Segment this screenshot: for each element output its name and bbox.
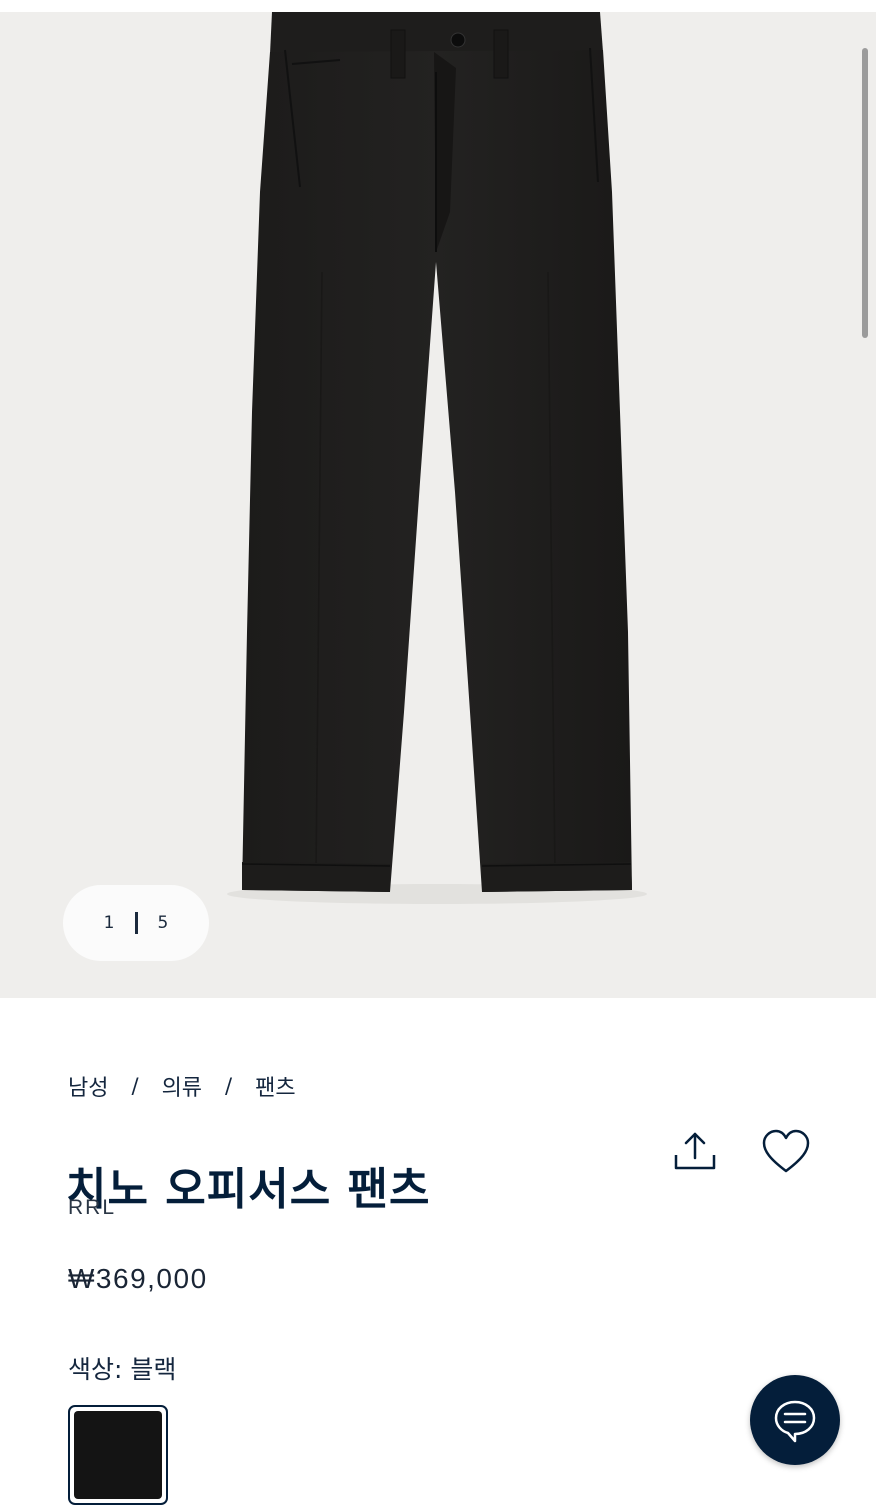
product-price: ₩369,000 <box>68 1263 208 1294</box>
breadcrumb-item-clothing[interactable]: 의류 <box>162 1070 202 1102</box>
share-button[interactable] <box>671 1128 719 1176</box>
counter-total: 5 <box>157 913 169 933</box>
product-title: 치노 오피서스 팬츠 <box>66 1164 431 1216</box>
swatch-fill <box>74 1411 162 1499</box>
color-label: 색상: 블랙 <box>68 1355 177 1384</box>
breadcrumb-item-pants[interactable]: 팬츠 <box>255 1070 295 1102</box>
breadcrumb: 남성 / 의류 / 팬츠 <box>68 1070 296 1102</box>
counter-current: 1 <box>103 913 115 933</box>
share-icon <box>674 1132 716 1170</box>
heart-icon <box>762 1129 810 1173</box>
breadcrumb-item-men[interactable]: 남성 <box>68 1070 108 1102</box>
product-brand: RRL <box>68 1196 117 1219</box>
breadcrumb-separator: / <box>131 1074 139 1098</box>
status-strip <box>0 0 876 12</box>
wishlist-button[interactable] <box>760 1128 812 1176</box>
chat-button[interactable] <box>750 1375 840 1465</box>
chat-icon <box>774 1400 816 1443</box>
product-gallery[interactable]: 1 5 <box>0 12 876 998</box>
product-image <box>227 12 647 904</box>
scrollbar-thumb[interactable] <box>862 48 868 338</box>
breadcrumb-separator: / <box>225 1074 233 1098</box>
image-counter: 1 5 <box>63 885 209 961</box>
color-swatch-black[interactable] <box>68 1405 168 1505</box>
counter-separator <box>134 912 138 934</box>
